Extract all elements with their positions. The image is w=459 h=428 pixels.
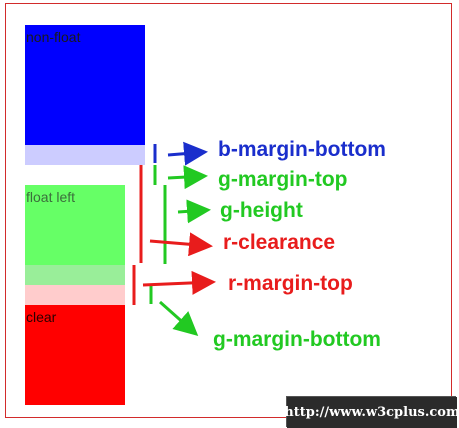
g-margin-top-label: g-margin-top xyxy=(218,168,348,191)
g-height-label: g-height xyxy=(220,199,303,222)
b-margin-bottom-label: b-margin-bottom xyxy=(218,138,386,161)
g-margin-bottom-label: g-margin-bottom xyxy=(213,328,381,351)
site-watermark: http://www.w3cplus.com xyxy=(284,397,459,428)
r-clearance-arrow xyxy=(149,232,213,257)
b-margin-bottom-arrow xyxy=(167,141,208,166)
g-margin-top-arrow xyxy=(167,165,208,190)
g-height-arrow xyxy=(177,199,211,224)
r-margin-top-label: r-margin-top xyxy=(228,272,353,295)
g-margin-bottom-arrow xyxy=(159,300,199,336)
r-clearance-label: r-clearance xyxy=(223,231,336,254)
r-margin-top-arrow xyxy=(142,270,216,295)
